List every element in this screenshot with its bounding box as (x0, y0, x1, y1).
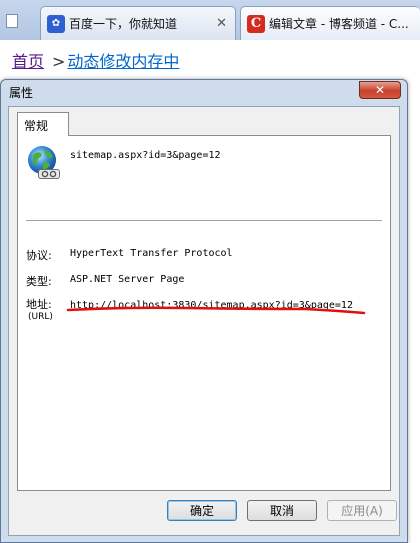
type-value: ASP.NET Server Page (70, 274, 185, 285)
tab-baidu[interactable]: ✿ 百度一下，你就知道 ✕ (40, 6, 236, 40)
red-annotation-underline (66, 306, 366, 315)
baidu-paw-icon: ✿ (47, 14, 65, 33)
tab-baidu-label: 百度一下，你就知道 (69, 17, 178, 31)
protocol-label: 协议: (26, 249, 52, 262)
tab-general[interactable]: 常规 (17, 112, 69, 136)
type-label: 类型: (26, 275, 52, 288)
tab-edit-article-label: 编辑文章 - 博客频道 - C... (269, 17, 409, 31)
dialog-titlebar[interactable]: 属性 ✕ (1, 80, 407, 104)
protocol-value: HyperText Transfer Protocol (70, 248, 233, 259)
tab-edit-article[interactable]: C 编辑文章 - 博客频道 - C... (240, 6, 420, 40)
ok-button[interactable]: 确定 (167, 500, 237, 521)
browser-tab-strip: ✿ 百度一下，你就知道 ✕ C 编辑文章 - 博客频道 - C... (0, 0, 420, 40)
general-tab-panel: sitemap.aspx?id=3&page=12 协议: HyperText … (17, 135, 391, 491)
properties-dialog: 属性 ✕ 常规 sitemap.aspx?id=3&page=12 协议: Hy… (0, 79, 408, 543)
cancel-button[interactable]: 取消 (247, 500, 317, 521)
file-name: sitemap.aspx?id=3&page=12 (70, 150, 221, 161)
dialog-title: 属性 (9, 86, 34, 100)
breadcrumb-home-link[interactable]: 首页 (12, 52, 44, 71)
tab-close-icon[interactable]: ✕ (216, 16, 227, 31)
breadcrumb-current-link[interactable]: 动态修改内存中 (67, 52, 179, 71)
address-label-group: 地址: (URL) (26, 296, 53, 322)
apply-button[interactable]: 应用(A) (327, 500, 397, 521)
dialog-close-button[interactable]: ✕ (359, 81, 401, 99)
page-icon (6, 14, 18, 28)
dialog-client-area: 常规 sitemap.aspx?id=3&page=12 协议: HyperTe… (8, 106, 400, 536)
address-label: 地址: (26, 298, 52, 311)
address-url-label: (URL) (28, 312, 53, 322)
globe-go-icon (28, 146, 60, 179)
close-icon: ✕ (374, 83, 386, 97)
breadcrumb: 首页 > 动态修改内存中 (12, 52, 179, 72)
separator (26, 220, 382, 222)
csdn-c-icon: C (247, 14, 265, 33)
breadcrumb-separator: > (52, 52, 66, 71)
